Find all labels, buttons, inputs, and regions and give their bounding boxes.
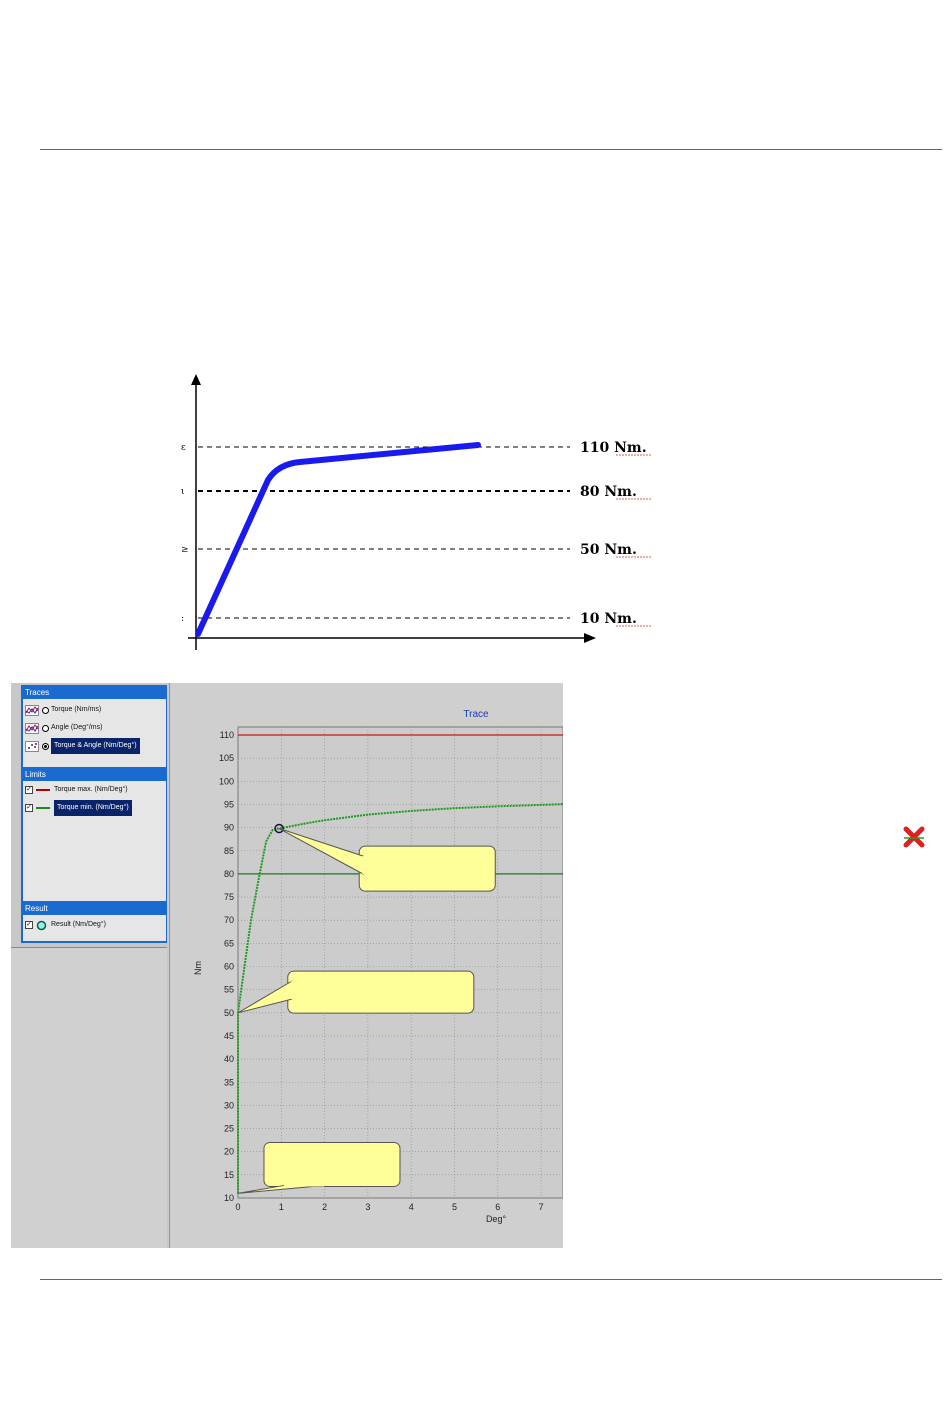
level-label: 110 Nm.	[580, 440, 647, 456]
y-tick-label: 110	[220, 730, 234, 740]
page-top-rule	[40, 149, 942, 150]
scatter-chart-icon	[25, 740, 39, 752]
callout-box	[263, 1141, 401, 1187]
limit-checkbox-min[interactable]: ✓	[25, 804, 33, 812]
limit-label: Torque min. (Nm/Deg°)	[54, 800, 132, 816]
torque-schematic: ε 110 Nm. ι 80 Nm. ≥ 50 Nm.: 10 Nm.	[181, 374, 652, 650]
x-axis-label: Deg°	[486, 1214, 507, 1224]
level-label: 10 Nm.	[580, 611, 637, 627]
traces-header: Traces	[21, 687, 167, 699]
result-header: Result	[21, 903, 167, 915]
y-tick-label: 85	[224, 846, 234, 856]
trace-radio-torque-angle[interactable]	[42, 742, 49, 750]
schematic-curve	[195, 442, 481, 637]
limit-label: Torque max. (Nm/Deg°)	[54, 786, 128, 793]
callout-box	[287, 970, 475, 1014]
trace-label: Torque & Angle (Nm/Deg°)	[51, 738, 140, 754]
y-tick-label: 55	[224, 985, 234, 995]
y-tick-label: 40	[224, 1054, 234, 1064]
green-line-icon	[36, 807, 50, 809]
y-tick-label: 45	[224, 1031, 234, 1041]
trace-chart-icon	[25, 704, 39, 716]
trace-item-angle[interactable]: Angle (Deg°/ms)	[25, 720, 102, 736]
limits-header: Limits	[21, 769, 167, 781]
y-tick-label: 20	[224, 1147, 234, 1157]
y-tick-label: 65	[224, 938, 234, 948]
level-label: 50 Nm.	[580, 542, 637, 558]
trace-window: Traces Torque (Nm/ms) Angle (Deg°/ms) To…	[11, 683, 563, 1248]
x-tick-label: 1	[279, 1202, 284, 1212]
level-tick-mark: ≥	[181, 545, 189, 555]
x-tick-label: 2	[322, 1202, 327, 1212]
y-tick-label: 75	[224, 892, 234, 902]
trace-radio-torque[interactable]	[42, 706, 49, 714]
chart-title: Trace	[463, 709, 489, 720]
plot-background	[237, 726, 563, 1199]
x-tick-label: 4	[409, 1202, 414, 1212]
sidebar-empty-panel	[11, 947, 167, 1248]
result-checkbox[interactable]: ✓	[25, 921, 33, 929]
y-tick-label: 60	[224, 962, 234, 972]
x-tick-label: 3	[365, 1202, 370, 1212]
limit-item-min[interactable]: ✓ Torque min. (Nm/Deg°)	[25, 800, 132, 816]
level-tick-mark: ι	[181, 487, 185, 497]
y-tick-label: 90	[224, 823, 234, 833]
sidebar: Traces Torque (Nm/ms) Angle (Deg°/ms) To…	[11, 683, 170, 1248]
schematic-y-arrow	[191, 374, 201, 385]
trace-chart-icon	[25, 722, 39, 734]
page-bottom-rule	[40, 1279, 942, 1280]
x-tick-label: 6	[495, 1202, 500, 1212]
y-tick-label: 10	[224, 1193, 234, 1203]
y-tick-label: 15	[224, 1170, 234, 1180]
trace-chart: Trace10152025303540455055606570758085909…	[193, 709, 563, 1224]
result-circle-icon	[36, 920, 47, 930]
result-panel: ✓ Result (Nm/Deg°)	[23, 915, 166, 941]
callout-box	[358, 845, 496, 892]
red-line-icon	[36, 789, 50, 791]
limit-checkbox-max[interactable]: ✓	[25, 786, 33, 794]
trace-label: Torque (Nm/ms)	[51, 706, 102, 713]
limit-item-max[interactable]: ✓ Torque max. (Nm/Deg°)	[25, 782, 128, 798]
schematic-x-arrow	[584, 633, 596, 643]
x-tick-label: 0	[235, 1202, 240, 1212]
result-item[interactable]: ✓ Result (Nm/Deg°)	[25, 917, 106, 933]
y-tick-label: 105	[219, 753, 234, 763]
trace-item-torque[interactable]: Torque (Nm/ms)	[25, 702, 101, 718]
y-axis-label: Nm	[193, 961, 203, 975]
trace-label: Angle (Deg°/ms)	[51, 724, 103, 731]
y-tick-label: 35	[224, 1077, 234, 1087]
limits-panel: ✓ Torque max. (Nm/Deg°) ✓ Torque min. (N…	[23, 781, 166, 901]
y-tick-label: 25	[224, 1124, 234, 1134]
y-tick-label: 50	[224, 1008, 234, 1018]
x-tick-label: 7	[539, 1202, 544, 1212]
trace-radio-angle[interactable]	[42, 724, 49, 732]
result-label: Result (Nm/Deg°)	[51, 921, 106, 928]
level-label: 80 Nm.	[580, 484, 637, 500]
traces-panel: Torque (Nm/ms) Angle (Deg°/ms) Torque & …	[23, 699, 166, 767]
level-tick-mark: ε	[181, 443, 186, 453]
close-icon[interactable]	[902, 825, 926, 849]
y-tick-label: 70	[224, 915, 234, 925]
y-tick-label: 30	[224, 1100, 234, 1110]
chart-area: Trace 10 15 20 25 30 35 40 45 50 55 60 65 70 75 80 85 90 9…	[171, 683, 563, 1248]
y-tick-label: 80	[224, 869, 234, 879]
y-tick-label: 95	[224, 799, 234, 809]
level-tick-mark: :	[181, 614, 184, 624]
y-tick-label: 100	[219, 776, 234, 786]
trace-item-torque-angle[interactable]: Torque & Angle (Nm/Deg°)	[25, 738, 140, 754]
x-tick-label: 5	[452, 1202, 457, 1212]
